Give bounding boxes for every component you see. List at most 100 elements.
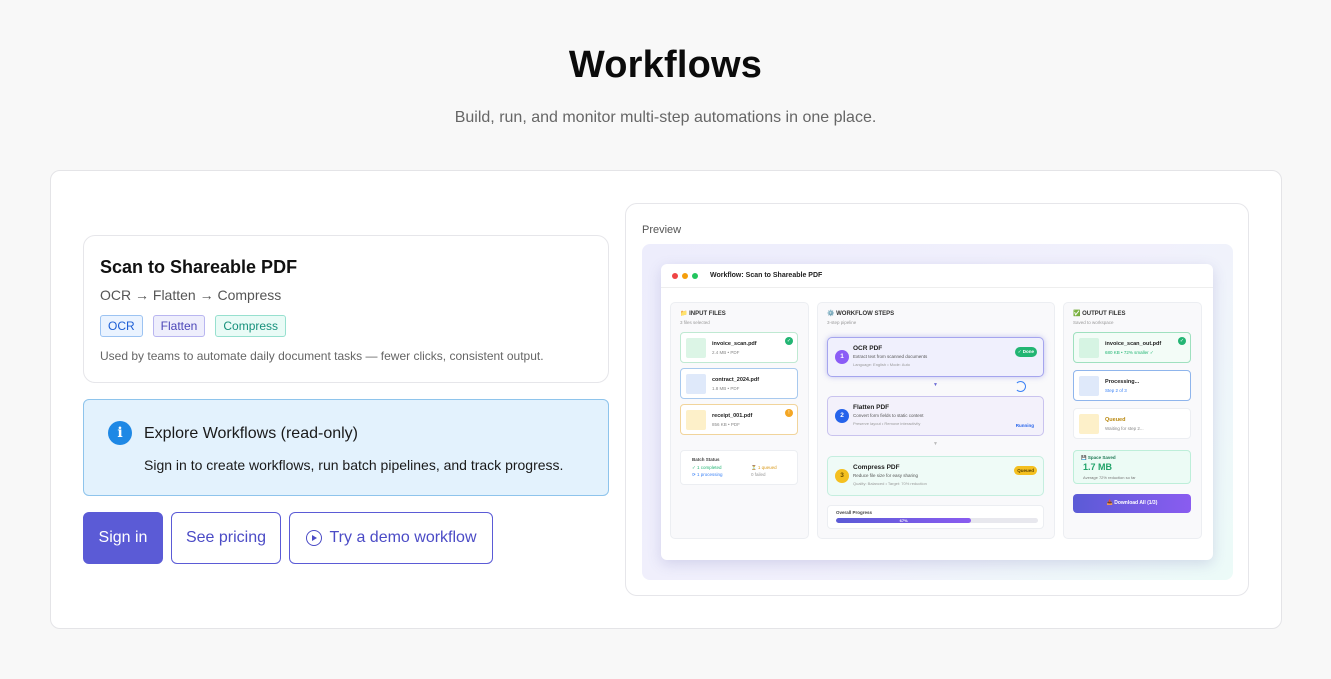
tag-flatten: Flatten [152, 315, 206, 337]
see-pricing-button[interactable]: See pricing [171, 512, 281, 564]
workflow-steps-column: ⚙️ WORKFLOW STEPS 3-step pipeline 1 OCR … [817, 302, 1055, 539]
download-all-button: 📥 Download All (1/3) [1073, 494, 1191, 513]
space-saved-title: 💾 Space Saved [1081, 455, 1116, 460]
info-banner: i Explore Workflows (read-only) Sign in … [83, 399, 609, 496]
page-title: Workflows [568, 44, 763, 86]
preview-panel: Preview Workflow: Scan to Shareable PDF … [625, 203, 1249, 596]
mock-titlebar: Workflow: Scan to Shareable PDF [661, 264, 1213, 288]
mock-window: Workflow: Scan to Shareable PDF 📁 INPUT … [661, 264, 1213, 560]
file-name: receipt_001.pdf [712, 413, 753, 419]
maximize-dot-icon [692, 272, 698, 279]
preview-image: Workflow: Scan to Shareable PDF 📁 INPUT … [642, 244, 1233, 580]
file-name: invoice_scan_out.pdf [1105, 341, 1162, 347]
overall-progress: Overall Progress 67% [827, 505, 1044, 529]
file-thumb [1079, 414, 1099, 434]
file-name: invoice_scan.pdf [712, 341, 757, 347]
file-meta: Step 2 of 3 [1105, 388, 1127, 393]
file-name: Processing... [1105, 379, 1140, 385]
try-demo-label: Try a demo workflow [329, 529, 477, 546]
step-description: Convert form fields to static content [853, 413, 924, 418]
sign-in-button[interactable]: Sign in [83, 512, 163, 564]
step-number: 1 [835, 350, 849, 364]
step-meta: Preserve layout • Remove interactivity [853, 421, 921, 426]
batch-processing: ⟳ 1 processing [692, 472, 723, 477]
workflow-steps: OCR → Flatten → Compress [100, 287, 282, 303]
file-meta: Waiting for step 2... [1105, 426, 1144, 431]
space-saved-value: 1.7 MB [1083, 462, 1113, 472]
check-badge-icon: ✓ [1178, 337, 1186, 345]
spinner-icon [1015, 381, 1026, 392]
info-icon: i [108, 421, 132, 445]
status-badge: ✓ Done [1014, 347, 1037, 357]
workflow-steps-sub: 3-step pipeline [827, 320, 857, 325]
step-number: 3 [835, 469, 849, 483]
step-meta: Quality: Balanced • Target: 70% reductio… [853, 481, 927, 486]
step-number: 2 [835, 409, 849, 423]
space-saved: 💾 Space Saved 1.7 MB Average 72% reducti… [1073, 450, 1191, 484]
arrow-down-icon: ▼ [933, 382, 938, 388]
close-dot-icon [672, 272, 678, 279]
file-thumb [686, 410, 706, 430]
workflow-description: Used by teams to automate daily document… [100, 349, 544, 363]
batch-status: Batch Status ✓ 1 completed ⏳ 1 queued ⟳ … [680, 450, 798, 485]
step-meta: Language: English • Mode: Auto [853, 362, 910, 367]
input-files-heading: 📁 INPUT FILES [680, 311, 726, 317]
workflow-tags: OCR Flatten Compress [100, 315, 592, 337]
step-name: Compress PDF [853, 464, 900, 471]
file-thumb [1079, 338, 1099, 358]
file-thumb [686, 338, 706, 358]
batch-failed: 0 failed [751, 472, 766, 477]
output-files-heading: ✅ OUTPUT FILES [1073, 311, 1126, 317]
step-name: Flatten PDF [853, 404, 890, 411]
check-badge-icon: ✓ [785, 337, 793, 345]
file-meta: 856 KB • PDF [712, 422, 740, 427]
preview-label: Preview [642, 224, 682, 236]
output-files-column: ✅ OUTPUT FILES Saved to workspace invoic… [1063, 302, 1202, 539]
input-files-sub: 3 files selected [680, 320, 710, 325]
batch-completed: ✓ 1 completed [692, 465, 722, 470]
file-meta: 2.4 MB • PDF [712, 350, 740, 355]
progress-track: 67% [836, 518, 1038, 523]
input-file-card: invoice_scan.pdf 2.4 MB • PDF ✓ [680, 332, 798, 363]
step-card-flatten: 2 Flatten PDF Convert form fields to sta… [827, 396, 1044, 436]
tag-compress: Compress [215, 315, 287, 337]
warning-badge-icon: ! [785, 409, 793, 417]
workflow-steps-heading: ⚙️ WORKFLOW STEPS [827, 311, 895, 317]
arrow-down-icon: ▼ [933, 441, 938, 447]
minimize-dot-icon [682, 272, 688, 279]
step-description: Reduce file size for easy sharing [853, 473, 919, 478]
output-files-sub: Saved to workspace [1073, 320, 1114, 325]
input-files-column: 📁 INPUT FILES 3 files selected invoice_s… [670, 302, 809, 539]
workflow-card[interactable]: Scan to Shareable PDF OCR → Flatten → Co… [83, 235, 609, 383]
file-thumb [686, 374, 706, 394]
batch-queued: ⏳ 1 queued [751, 465, 777, 470]
try-demo-button[interactable]: Try a demo workflow [289, 512, 493, 564]
batch-status-title: Batch Status [692, 457, 720, 462]
progress-fill: 67% [836, 518, 972, 523]
input-file-card: contract_2024.pdf 1.8 MB • PDF [680, 368, 798, 399]
step-name: OCR PDF [853, 345, 883, 352]
mock-window-title: Workflow: Scan to Shareable PDF [710, 272, 823, 279]
page-subtitle: Build, run, and monitor multi-step autom… [454, 109, 877, 126]
status-badge: Running [1015, 423, 1034, 428]
output-file-card: Queued Waiting for step 2... [1073, 408, 1191, 439]
file-meta: 680 KB • 72% smaller ✓ [1105, 350, 1154, 355]
file-thumb [1079, 376, 1099, 396]
info-title: Explore Workflows (read-only) [144, 425, 358, 442]
play-circle-icon [305, 530, 322, 546]
file-name: contract_2024.pdf [712, 377, 760, 383]
tag-ocr: OCR [100, 315, 143, 337]
progress-label: Overall Progress [836, 510, 873, 515]
step-card-compress: 3 Compress PDF Reduce file size for easy… [827, 456, 1044, 496]
status-badge: Queued [1014, 466, 1037, 475]
step-card-ocr: 1 OCR PDF Extract text from scanned docu… [827, 337, 1044, 377]
output-file-card: invoice_scan_out.pdf 680 KB • 72% smalle… [1073, 332, 1191, 363]
file-name: Queued [1105, 417, 1126, 423]
step-description: Extract text from scanned documents [853, 354, 928, 359]
output-file-card: Processing... Step 2 of 3 [1073, 370, 1191, 401]
input-file-card: receipt_001.pdf 856 KB • PDF ! [680, 404, 798, 435]
file-meta: 1.8 MB • PDF [712, 386, 740, 391]
space-saved-note: Average 72% reduction so far [1083, 475, 1136, 480]
info-text: Sign in to create workflows, run batch p… [144, 457, 564, 473]
workflow-name: Scan to Shareable PDF [100, 257, 298, 277]
